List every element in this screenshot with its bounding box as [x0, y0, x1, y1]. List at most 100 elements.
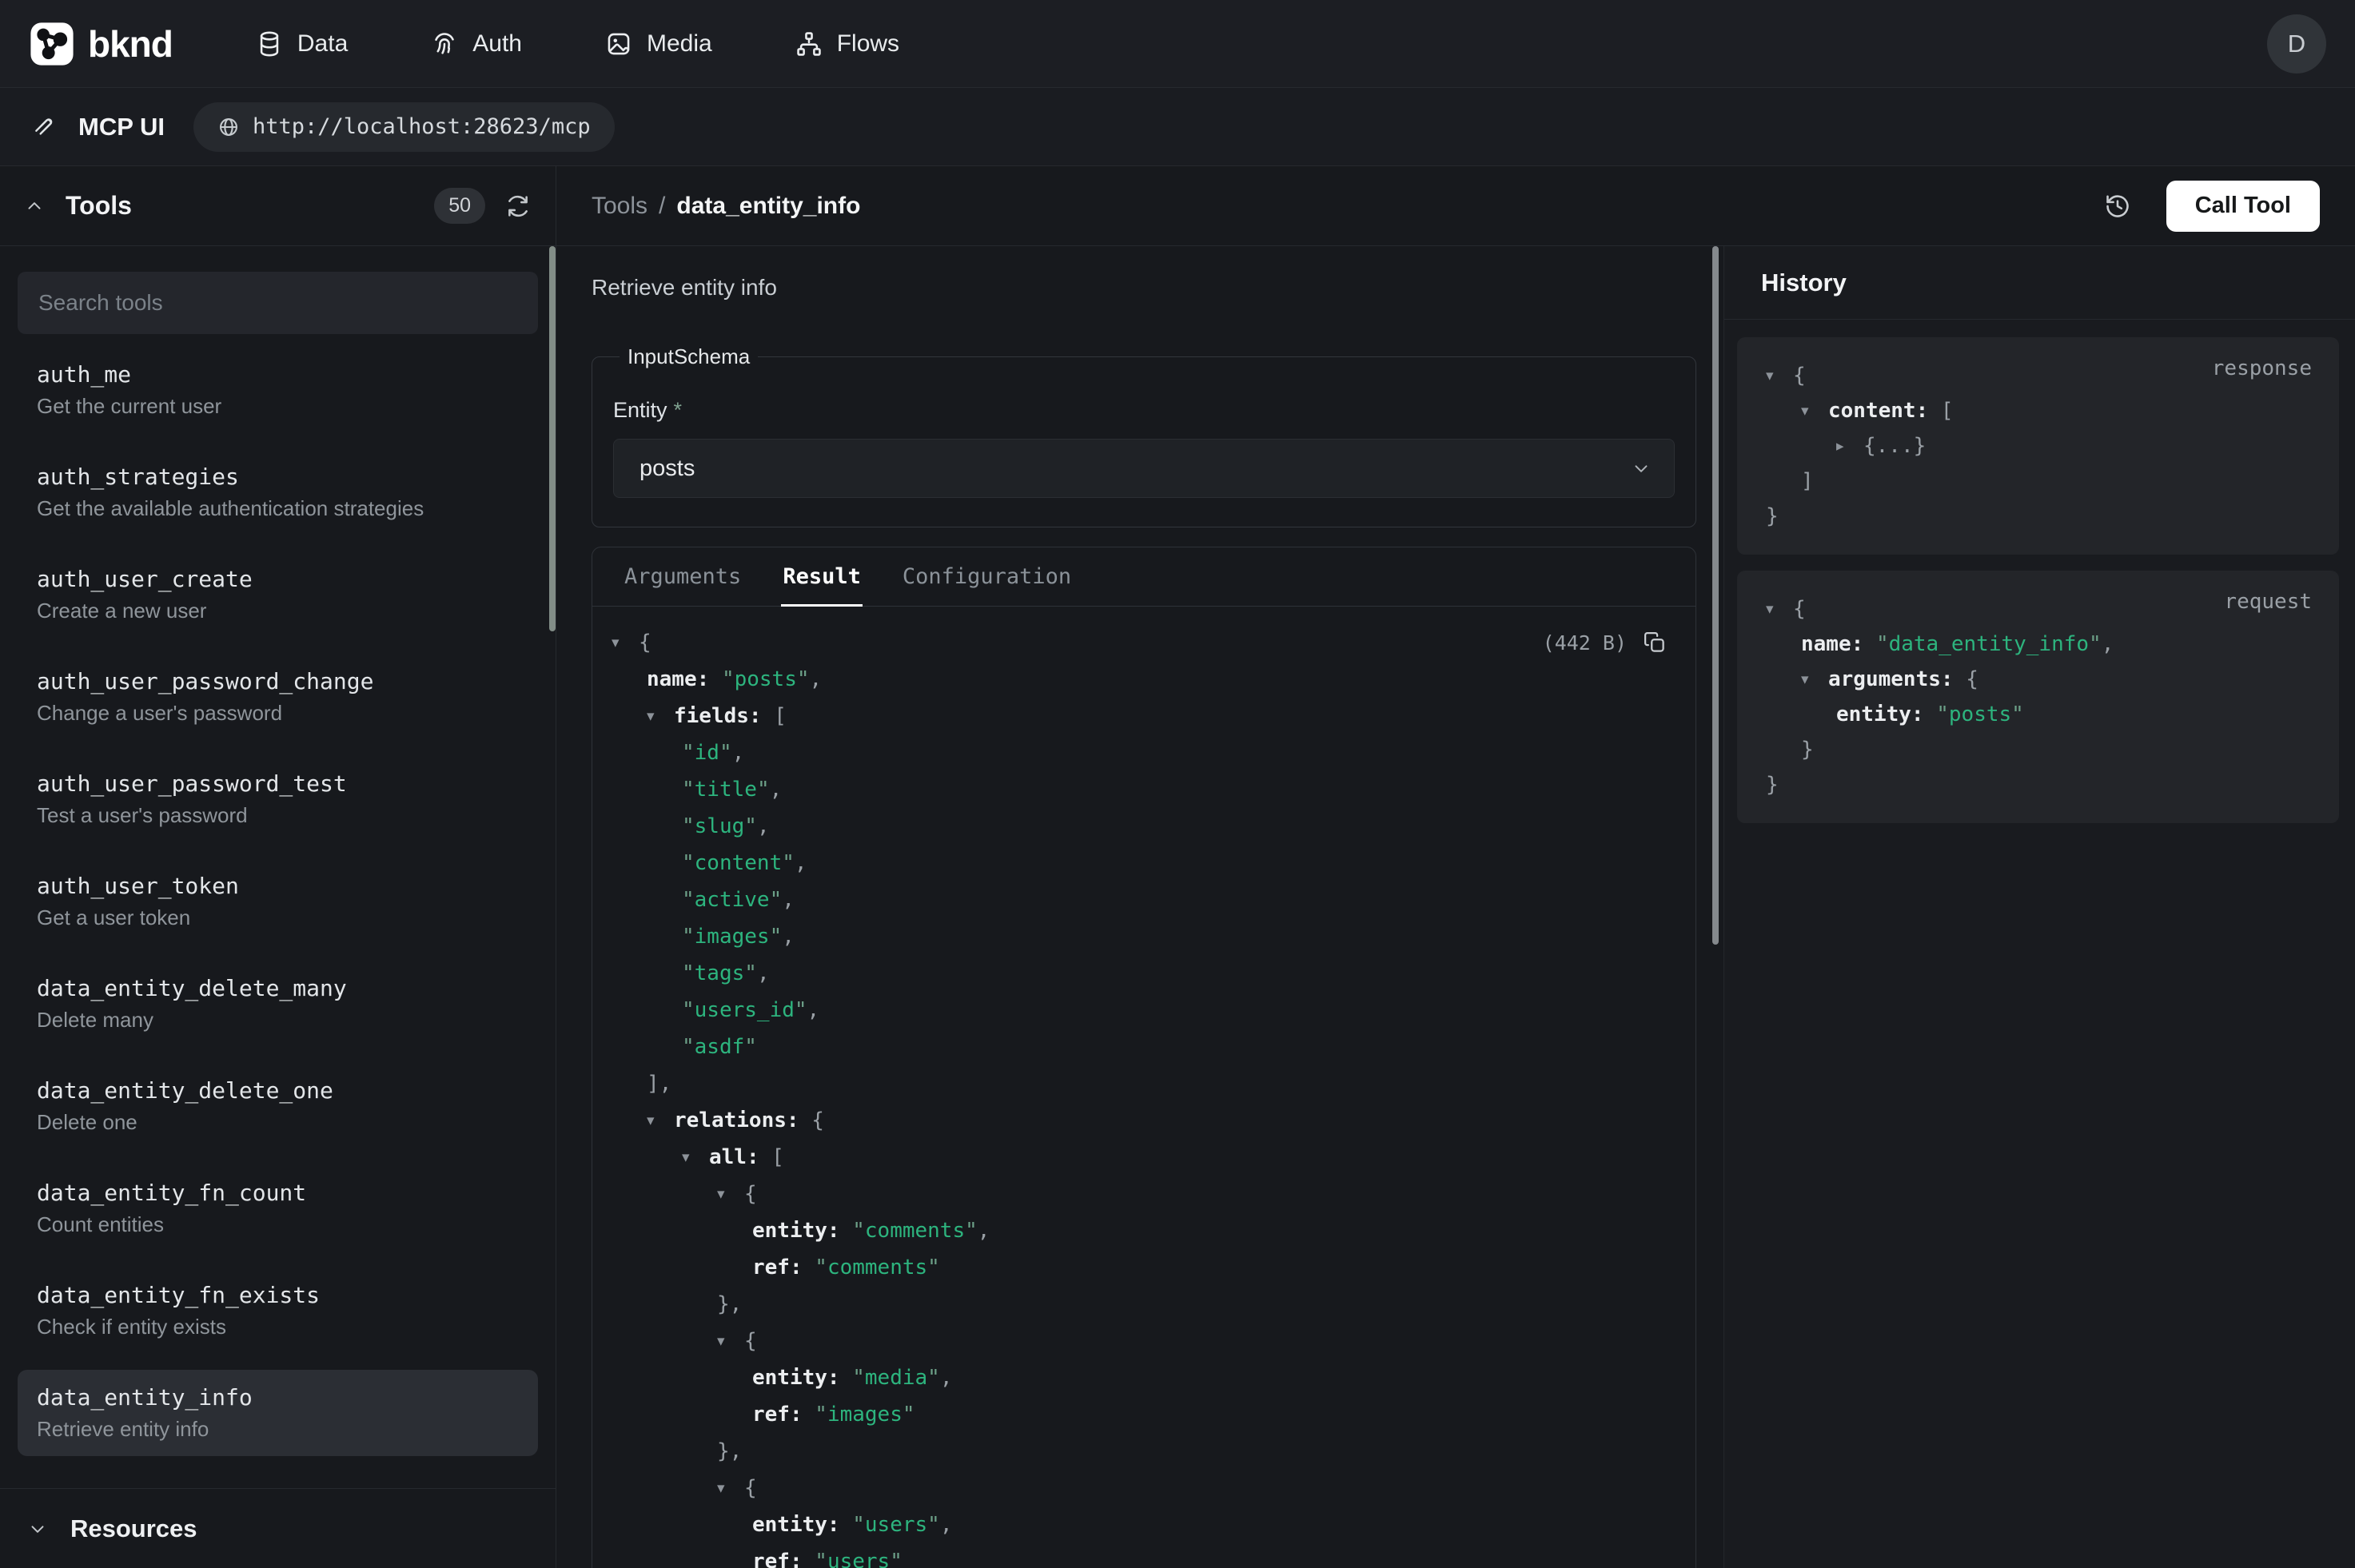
select-chevron-down-icon	[1631, 458, 1652, 479]
json-line: "tags",	[612, 955, 1668, 992]
sidebar-tool-auth_user_password_change[interactable]: auth_user_password_changeChange a user's…	[18, 654, 538, 740]
sidebar-tool-data_entity_delete_one[interactable]: data_entity_delete_oneDelete one	[18, 1063, 538, 1149]
breadcrumb-section[interactable]: Tools	[592, 193, 648, 220]
tool-description: Get a user token	[37, 905, 519, 929]
expand-toggle-icon[interactable]: ▸	[1836, 437, 1863, 455]
search-input[interactable]	[18, 272, 538, 334]
sidebar-tool-auth_user_create[interactable]: auth_user_createCreate a new user	[18, 551, 538, 638]
expand-toggle-icon[interactable]: ▾	[717, 1185, 744, 1203]
json-line: entity: "posts"	[1766, 697, 2310, 732]
expand-toggle-icon[interactable]: ▾	[1766, 600, 1793, 618]
mcp-tag-icon	[32, 114, 58, 140]
breadcrumb: Tools / data_entity_info	[592, 193, 860, 220]
json-line: },	[612, 1433, 1668, 1470]
sidebar-tool-data_entity_fn_exists[interactable]: data_entity_fn_existsCheck if entity exi…	[18, 1268, 538, 1354]
mcp-url-pill[interactable]: http://localhost:28623/mcp	[193, 102, 615, 152]
json-line: "active",	[612, 882, 1668, 918]
json-line: ref: "comments"	[612, 1249, 1668, 1286]
entity-select[interactable]: posts	[613, 439, 1675, 498]
sidebar-tool-auth_me[interactable]: auth_meGet the current user	[18, 347, 538, 433]
tools-header[interactable]: Tools 50	[0, 166, 556, 246]
chevron-down-icon	[27, 1518, 48, 1539]
json-line: ▾{	[612, 1323, 1668, 1359]
json-line: entity: "media",	[612, 1359, 1668, 1396]
json-line: ▾arguments: {	[1766, 662, 2310, 697]
sidebar-tool-auth_strategies[interactable]: auth_strategiesGet the available authent…	[18, 449, 538, 535]
json-line: ],	[612, 1065, 1668, 1102]
sidebar-scrollbar[interactable]	[549, 246, 556, 631]
sidebar-tool-auth_user_token[interactable]: auth_user_tokenGet a user token	[18, 858, 538, 945]
input-schema-fieldset: InputSchema Entity* posts	[592, 344, 1696, 527]
main-scrollbar[interactable]	[1712, 246, 1719, 945]
json-line: "title",	[612, 771, 1668, 808]
json-line: ▾{	[612, 624, 1668, 661]
nav-item-label: Data	[297, 30, 348, 58]
required-mark: *	[674, 398, 683, 422]
json-line: entity: "users",	[612, 1506, 1668, 1543]
result-size-label: (442 B)	[1543, 631, 1627, 655]
avatar[interactable]: D	[2267, 14, 2326, 74]
brand-logo[interactable]: bknd	[29, 21, 173, 67]
refresh-icon[interactable]	[504, 193, 532, 220]
tab-result[interactable]: Result	[762, 547, 882, 606]
tool-name: auth_user_password_test	[37, 771, 519, 797]
mcp-title: MCP UI	[78, 113, 165, 141]
globe-icon	[217, 116, 240, 138]
tab-bar: ArgumentsResultConfiguration	[592, 547, 1696, 607]
nav-item-label: Media	[647, 30, 712, 58]
json-line: ▸{...}	[1766, 428, 2310, 464]
json-line: ▾fields: [	[612, 698, 1668, 734]
history-entry-response[interactable]: response▾{▾content: [▸{...}]}	[1737, 337, 2339, 555]
history-panel: History response▾{▾content: [▸{...}]}req…	[1723, 246, 2355, 1568]
breadcrumb-separator: /	[659, 193, 665, 220]
expand-toggle-icon[interactable]: ▾	[647, 1112, 674, 1129]
tab-arguments[interactable]: Arguments	[604, 547, 762, 606]
bknd-logo-icon	[29, 21, 75, 67]
tool-name: data_entity_delete_many	[37, 976, 519, 1001]
resources-section[interactable]: Resources	[0, 1488, 556, 1568]
expand-toggle-icon[interactable]: ▾	[647, 707, 674, 725]
tool-description: Delete one	[37, 1110, 519, 1134]
tool-description: Count entities	[37, 1212, 519, 1236]
json-line: "images",	[612, 918, 1668, 955]
call-tool-button[interactable]: Call Tool	[2166, 181, 2320, 232]
entity-field-label: Entity*	[613, 398, 1675, 423]
nav-item-auth[interactable]: Auth	[431, 30, 522, 58]
history-entry-type-label: request	[2224, 590, 2312, 614]
main-section: Tools / data_entity_info Call Tool Retri…	[556, 166, 2355, 1568]
json-line: }	[1766, 767, 2310, 802]
json-line: }	[1766, 732, 2310, 767]
nav-item-flows[interactable]: Flows	[795, 30, 899, 58]
expand-toggle-icon[interactable]: ▾	[682, 1148, 709, 1166]
json-line: "id",	[612, 734, 1668, 771]
breadcrumb-current: data_entity_info	[676, 193, 860, 220]
tools-count-badge: 50	[434, 188, 485, 224]
nav-item-media[interactable]: Media	[605, 30, 712, 58]
expand-toggle-icon[interactable]: ▾	[717, 1332, 744, 1350]
expand-toggle-icon[interactable]: ▾	[612, 634, 639, 651]
json-line: ]	[1766, 464, 2310, 499]
sidebar-tool-auth_user_password_test[interactable]: auth_user_password_testTest a user's pas…	[18, 756, 538, 842]
expand-toggle-icon[interactable]: ▾	[1801, 671, 1828, 688]
sidebar-tool-data_entity_info[interactable]: data_entity_infoRetrieve entity info	[18, 1370, 538, 1456]
expand-toggle-icon[interactable]: ▾	[1766, 367, 1793, 384]
history-icon[interactable]	[2104, 193, 2131, 220]
expand-toggle-icon[interactable]: ▾	[1801, 402, 1828, 420]
copy-icon[interactable]	[1643, 631, 1667, 655]
tool-description: Delete many	[37, 1008, 519, 1032]
history-entry-request[interactable]: request▾{name: "data_entity_info",▾argum…	[1737, 571, 2339, 823]
history-title: History	[1761, 269, 1847, 297]
tab-configuration[interactable]: Configuration	[882, 547, 1092, 606]
sidebar-tool-data_entity_delete_many[interactable]: data_entity_delete_many Delete many	[18, 961, 538, 1047]
flows-icon	[795, 30, 823, 58]
history-entries: response▾{▾content: [▸{...}]}request▾{na…	[1724, 320, 2355, 839]
json-line: name: "data_entity_info",	[1766, 627, 2310, 662]
history-entry-type-label: response	[2212, 356, 2312, 380]
tools-title: Tools	[66, 191, 132, 221]
tool-description: Create a new user	[37, 599, 519, 623]
tool-list: auth_meGet the current user auth_strategi…	[18, 347, 538, 1456]
json-line: ref: "images"	[612, 1396, 1668, 1433]
expand-toggle-icon[interactable]: ▾	[717, 1479, 744, 1497]
sidebar-tool-data_entity_fn_count[interactable]: data_entity_fn_countCount entities	[18, 1165, 538, 1252]
nav-item-data[interactable]: Data	[256, 30, 348, 58]
